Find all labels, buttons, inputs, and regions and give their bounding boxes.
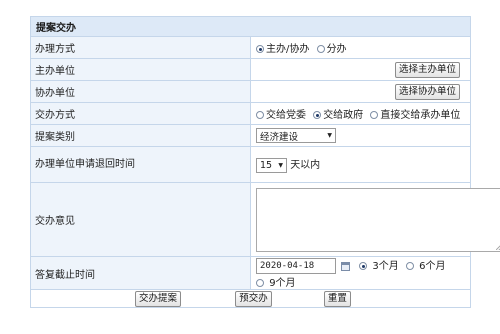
lead-unit-label: 主办单位 [30,58,251,81]
deadline-option-6m[interactable]: 6个月 [405,261,446,272]
category-label: 提案类别 [30,124,251,147]
dropdown-arrow-icon: ▼ [327,132,332,139]
assign-option-party[interactable]: 交给党委 [256,110,306,121]
assign-form: 提案交办 办理方式 主办/协办 分办 主办单位 选择主办单位 协办单位 选择协办… [30,16,500,308]
handle-mode-options: 主办/协办 分办 [250,36,471,59]
resize-grip-icon[interactable] [496,243,500,250]
deadline-row: 答复截止时间 2020-04-18 3个月 6个月 9个月 [30,256,471,290]
action-bar: 交办提案 预交办 重置 [30,289,471,308]
opinion-textarea[interactable] [256,187,500,252]
radio-selected-icon[interactable] [359,262,368,270]
lead-unit-field: 选择主办单位 [250,58,471,81]
assign-option-government[interactable]: 交给政府 [313,110,363,121]
reset-button[interactable]: 重置 [323,290,351,307]
deadline-option-9m[interactable]: 9个月 [256,278,296,289]
handle-mode-row: 办理方式 主办/协办 分办 [30,36,471,59]
category-field: 经济建设 ▼ [250,124,471,147]
submit-proposal-button[interactable]: 交办提案 [135,290,182,307]
action-row: 交办提案 预交办 重置 [30,289,471,308]
assign-mode-row: 交办方式 交给党委 交给政府 直接交给承办单位 [30,102,471,125]
deadline-field: 2020-04-18 3个月 6个月 9个月 [250,256,471,290]
radio-icon[interactable] [405,262,414,270]
radio-icon[interactable] [370,111,379,119]
radio-selected-icon[interactable] [256,45,264,53]
pre-assign-button[interactable]: 预交办 [235,290,272,307]
return-time-select[interactable]: 15 ▼ [256,157,287,173]
radio-selected-icon[interactable] [313,111,322,119]
category-select[interactable]: 经济建设 ▼ [256,128,336,143]
section-header: 提案交办 [30,16,471,37]
return-time-suffix: 天以内 [290,160,321,172]
assign-mode-label: 交办方式 [30,102,251,125]
calendar-icon[interactable] [341,261,350,271]
opinion-row: 交办意见 [30,182,500,257]
handle-mode-option-split[interactable]: 分办 [316,44,347,55]
assign-option-direct[interactable]: 直接交给承办单位 [370,110,460,121]
radio-icon[interactable] [256,111,264,119]
opinion-field [250,182,500,257]
assign-form-table: 提案交办 办理方式 主办/协办 分办 主办单位 选择主办单位 协办单位 选择协办… [30,16,500,308]
select-lead-unit-button[interactable]: 选择主办单位 [394,61,460,78]
handle-mode-label: 办理方式 [30,36,251,59]
return-time-row: 办理单位申请退回时间 15 ▼ 天以内 [30,146,471,183]
deadline-date-input[interactable]: 2020-04-18 [256,258,336,274]
lead-unit-row: 主办单位 选择主办单位 [30,58,471,81]
assist-unit-row: 协办单位 选择协办单位 [30,80,471,103]
radio-icon[interactable] [316,45,325,53]
deadline-option-3m[interactable]: 3个月 [359,261,399,272]
handle-mode-option-main[interactable]: 主办/协办 [256,44,309,55]
assist-unit-label: 协办单位 [30,80,251,103]
assist-unit-field: 选择协办单位 [250,80,471,103]
return-time-field: 15 ▼ 天以内 [250,146,471,183]
deadline-label: 答复截止时间 [30,256,251,290]
return-time-label: 办理单位申请退回时间 [30,146,251,183]
dropdown-arrow-icon: ▼ [278,161,283,169]
radio-icon[interactable] [256,279,264,287]
assign-mode-options: 交给党委 交给政府 直接交给承办单位 [250,102,471,125]
select-assist-unit-button[interactable]: 选择协办单位 [394,83,460,100]
opinion-label: 交办意见 [30,182,251,257]
section-title: 提案交办 [30,16,471,37]
category-row: 提案类别 经济建设 ▼ [30,124,471,147]
